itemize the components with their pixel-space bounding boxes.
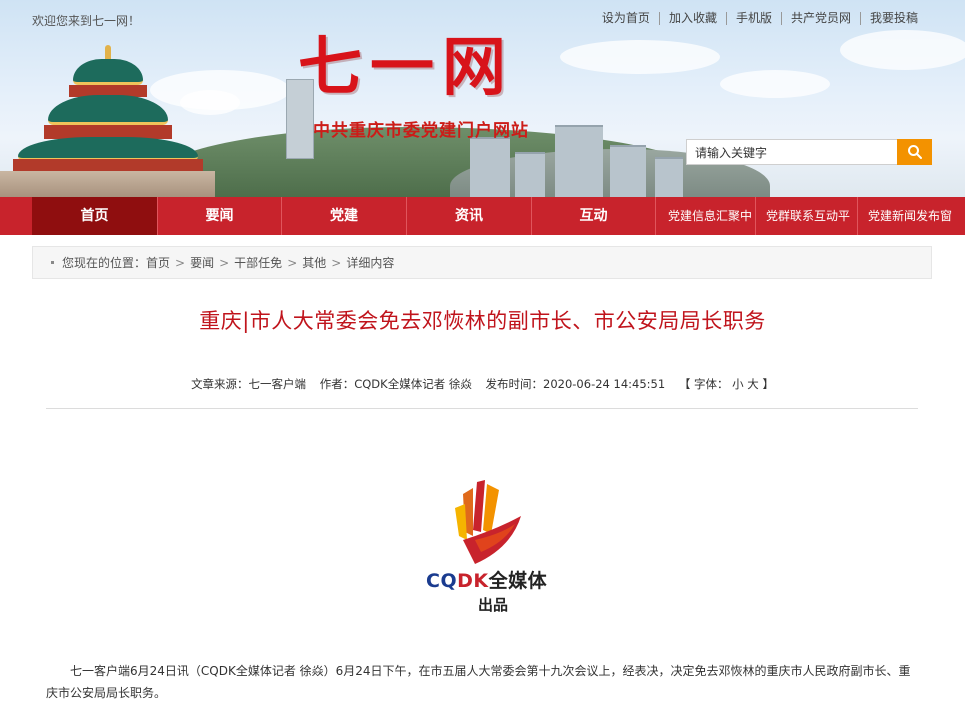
article-time: 发布时间：2020-06-24 14:45:51 bbox=[485, 377, 666, 391]
link-add-favorite[interactable]: 加入收藏 bbox=[658, 12, 726, 25]
media-logo-text: CQDK全媒体 bbox=[426, 570, 548, 592]
article-body: 七一客户端6月24日讯（CQDK全媒体记者 徐焱）6月24日下午，在市五届人大常… bbox=[46, 664, 911, 700]
header-banner: 七一网 中共重庆市委党建门户网站 欢迎您来到七一网！ 设为首页 加入收藏 手机版… bbox=[0, 0, 965, 197]
nav-info-hub[interactable]: 党建信息汇聚中 bbox=[656, 197, 756, 235]
breadcrumb-home[interactable]: 首页 bbox=[146, 254, 170, 271]
article-title: 重庆|市人大常委会免去邓恢林的副市长、市公安局局长职务 bbox=[199, 309, 766, 333]
site-logo-title[interactable]: 七一网 bbox=[298, 28, 538, 108]
nav-press-window[interactable]: 党建新闻发布窗 bbox=[858, 197, 965, 235]
breadcrumb-other[interactable]: 其他 bbox=[302, 254, 326, 271]
welcome-text: 欢迎您来到七一网！ bbox=[32, 14, 141, 28]
link-mobile[interactable]: 手机版 bbox=[725, 12, 781, 25]
breadcrumb-cadre[interactable]: 干部任免 bbox=[234, 254, 282, 271]
font-size-label: 【 字体： bbox=[678, 377, 729, 391]
media-logo-subtext: 出品 bbox=[478, 596, 509, 614]
breadcrumb-current: 详细内容 bbox=[346, 256, 395, 270]
divider bbox=[46, 408, 918, 409]
search-icon bbox=[907, 145, 922, 159]
nav-party-building[interactable]: 党建 bbox=[282, 197, 407, 235]
site-logo-subtitle: 中共重庆市委党建门户网站 bbox=[313, 121, 529, 141]
breadcrumb-news[interactable]: 要闻 bbox=[190, 254, 214, 271]
breadcrumb-prefix: 您现在的位置： bbox=[62, 256, 147, 270]
article-author: 作者：CQDK全媒体记者 徐焱 bbox=[319, 377, 472, 391]
font-large-button[interactable]: 大 bbox=[747, 377, 759, 391]
search-button[interactable] bbox=[897, 139, 932, 165]
link-submit[interactable]: 我要投稿 bbox=[859, 12, 927, 25]
font-size-close: 】 bbox=[762, 377, 774, 391]
nav-info[interactable]: 资讯 bbox=[407, 197, 532, 235]
main-nav: 首页 要闻 党建 资讯 互动 党建信息汇聚中 党群联系互动平 党建新闻发布窗 bbox=[0, 197, 965, 235]
search-box bbox=[686, 139, 932, 165]
search-input[interactable] bbox=[686, 139, 897, 165]
article-source: 文章来源：七一客户端 bbox=[191, 377, 307, 391]
font-small-button[interactable]: 小 bbox=[732, 377, 744, 391]
breadcrumb: 您现在的位置： 首页 > 要闻 > 干部任免 > 其他 > 详细内容 bbox=[32, 246, 932, 279]
nav-home[interactable]: 首页 bbox=[32, 197, 158, 235]
temple-illustration bbox=[0, 45, 215, 197]
article-meta: 文章来源：七一客户端 作者：CQDK全媒体记者 徐焱 发布时间：2020-06-… bbox=[0, 376, 965, 392]
nav-interaction-platform[interactable]: 党群联系互动平 bbox=[756, 197, 858, 235]
link-party-member-net[interactable]: 共产党员网 bbox=[780, 12, 860, 25]
top-links: 设为首页 加入收藏 手机版 共产党员网 我要投稿 bbox=[593, 12, 927, 25]
link-set-homepage[interactable]: 设为首页 bbox=[593, 12, 659, 25]
bullet-icon bbox=[51, 261, 54, 264]
nav-news[interactable]: 要闻 bbox=[158, 197, 282, 235]
nav-interaction[interactable]: 互动 bbox=[532, 197, 656, 235]
